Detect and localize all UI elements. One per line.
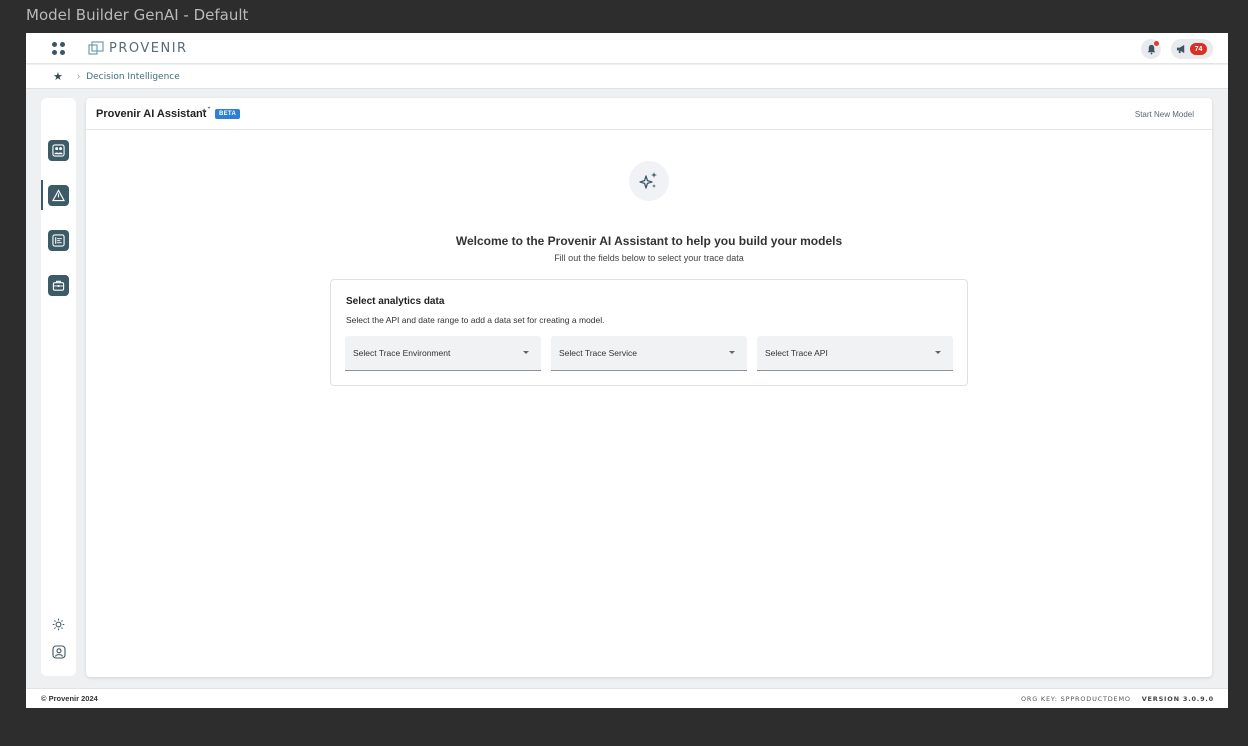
apps-grid-icon[interactable] [50, 40, 67, 57]
user-profile-icon [51, 644, 66, 659]
window-title: Model Builder GenAI - Default [26, 6, 249, 24]
top-bar: PROVENIR 74 [26, 33, 1228, 64]
trace-environment-select[interactable]: Select Trace Environment [345, 336, 541, 371]
select-label: Select Trace Service [559, 348, 637, 358]
panel-header: Provenir AI Assistant BETA Start New Mod… [86, 98, 1212, 130]
sidebar-item-portfolio[interactable] [48, 275, 69, 296]
sidebar-item-reports[interactable] [48, 230, 69, 251]
chevron-down-icon [935, 351, 941, 354]
welcome-heading: Welcome to the Provenir AI Assistant to … [455, 234, 843, 248]
panel-title: Provenir AI Assistant [96, 108, 207, 120]
chevron-right-icon: › [76, 71, 81, 82]
sidebar-item-team[interactable] [48, 140, 69, 161]
list-chart-icon [52, 234, 65, 247]
sun-icon [52, 618, 65, 631]
card-subtitle: Select the API and date range to add a d… [346, 315, 605, 325]
app-window: PROVENIR 74 ★ › Decision Intelligence Pr… [26, 33, 1228, 708]
chevron-down-icon [729, 351, 735, 354]
active-nav-indicator [41, 180, 43, 210]
notification-dot [1154, 41, 1159, 46]
footer: © Provenir 2024 ORG KEY: SPPRODUCTDEMO V… [26, 688, 1228, 708]
ai-assistant-panel: Provenir AI Assistant BETA Start New Mod… [86, 98, 1212, 677]
warning-triangle-icon [52, 189, 65, 202]
breadcrumb-decision-intelligence[interactable]: Decision Intelligence [86, 72, 180, 82]
side-navigation [41, 98, 76, 676]
provenir-logo-icon [88, 41, 104, 55]
select-label: Select Trace Environment [353, 348, 451, 358]
user-profile-button[interactable] [51, 644, 66, 659]
ai-hero-icon [629, 161, 669, 201]
notification-count-badge: 74 [1190, 43, 1207, 55]
notifications-button[interactable] [1141, 39, 1161, 59]
chevron-down-icon [523, 351, 529, 354]
breadcrumb: ★ › Decision Intelligence [26, 65, 1228, 89]
org-key: ORG KEY: SPPRODUCTDEMO [1021, 695, 1131, 703]
card-title: Select analytics data [346, 296, 445, 307]
trace-service-select[interactable]: Select Trace Service [551, 336, 747, 371]
provenir-logo[interactable]: PROVENIR [88, 40, 188, 57]
announcements-button[interactable]: 74 [1171, 39, 1213, 59]
select-label: Select Trace API [765, 348, 828, 358]
start-new-model-button[interactable]: Start New Model [1135, 110, 1194, 119]
theme-toggle-button[interactable] [51, 617, 66, 632]
sparkle-icon [201, 106, 211, 114]
megaphone-icon [1176, 44, 1185, 54]
star-icon[interactable]: ★ [53, 70, 63, 83]
sparkle-icon [639, 172, 657, 189]
analytics-data-card: Select analytics data Select the API and… [330, 279, 968, 386]
version: VERSION 3.0.9.0 [1141, 695, 1214, 703]
trace-api-select[interactable]: Select Trace API [757, 336, 953, 371]
briefcase-icon [52, 280, 65, 291]
copyright: © Provenir 2024 [41, 694, 98, 703]
sidebar-item-model-builder[interactable] [48, 185, 69, 206]
logo-text: PROVENIR [109, 41, 188, 56]
beta-badge: BETA [215, 109, 241, 119]
team-icon [52, 144, 65, 157]
welcome-subtitle: Fill out the fields below to select your… [554, 253, 744, 263]
